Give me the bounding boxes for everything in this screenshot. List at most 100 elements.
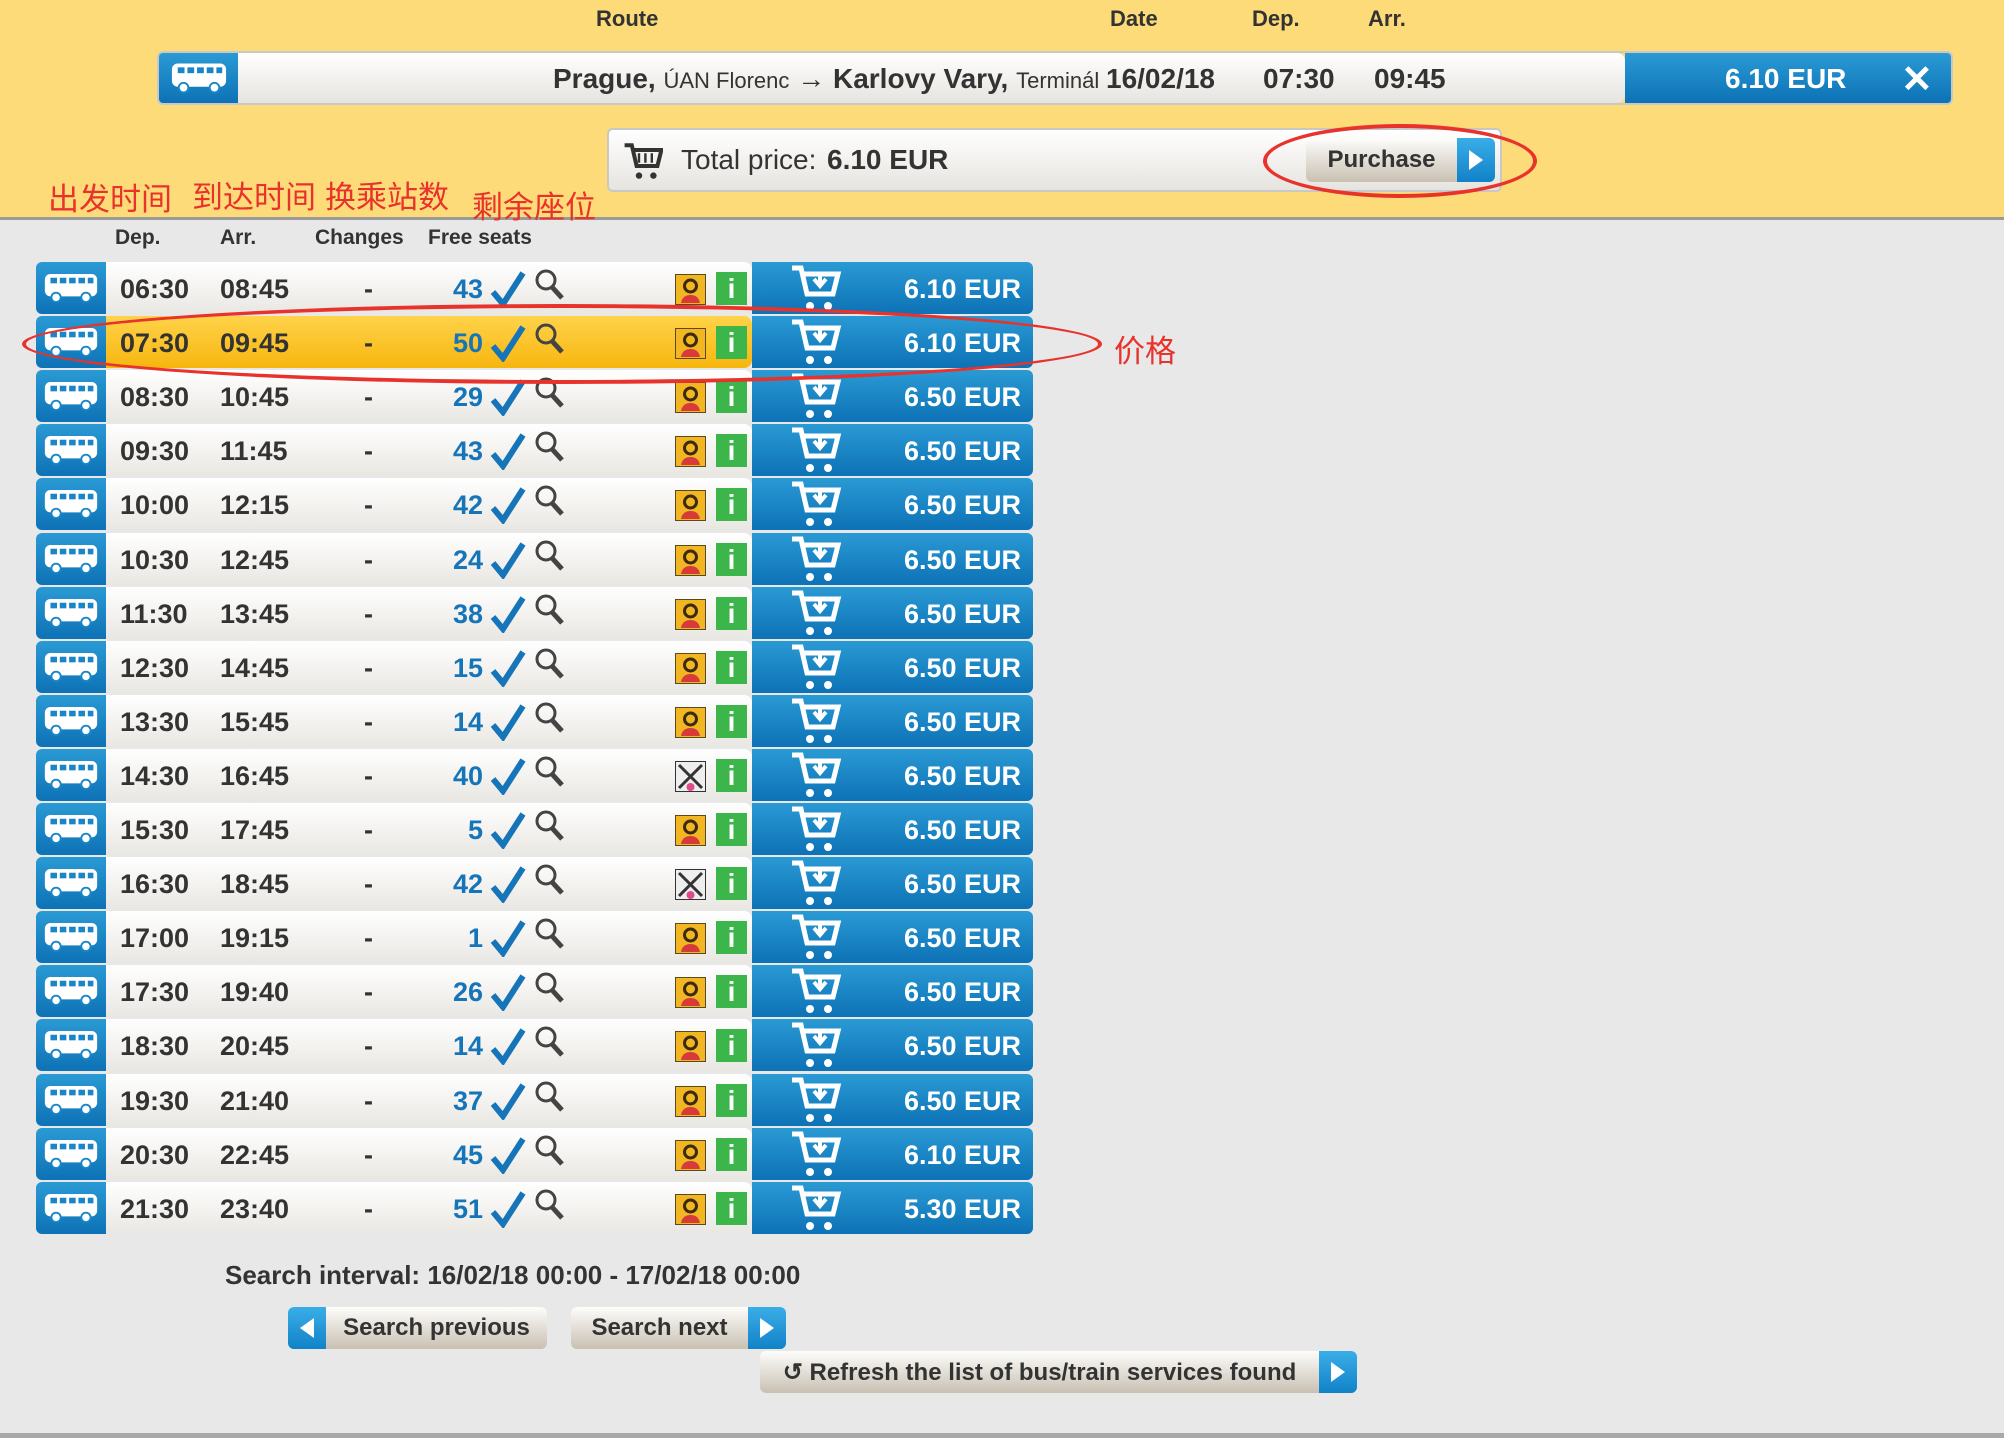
cart-add-icon [788,643,842,693]
connection-row[interactable]: 10:00 12:15 - 42 i 6.50 EUR [36,478,1033,531]
bus-icon [36,803,106,855]
search-icon[interactable] [534,1188,566,1222]
search-icon[interactable] [534,593,566,627]
refresh-button[interactable]: ↺ Refresh the list of bus/train services… [760,1351,1357,1393]
info-icon[interactable]: i [716,1083,747,1117]
connection-row[interactable]: 16:30 18:45 - 42 i 6.50 EUR [36,857,1033,910]
buy-button[interactable]: 6.50 EUR [752,857,1033,910]
buy-button[interactable]: 6.50 EUR [752,694,1033,747]
price: 5.30 EUR [903,1193,1021,1224]
search-icon[interactable] [534,268,566,302]
connection-row[interactable]: 17:30 19:40 - 26 i 6.50 EUR [36,965,1033,1018]
connection-row[interactable]: 11:30 13:45 - 38 i 6.50 EUR [36,586,1033,639]
info-icon[interactable]: i [716,542,747,576]
info-icon[interactable]: i [716,1137,747,1171]
free-seats: 29 [452,382,483,413]
check-icon [490,1082,526,1120]
bus-icon [36,1019,106,1072]
search-icon[interactable] [534,539,566,573]
dep-time: 15:30 [120,815,190,845]
info-icon[interactable]: i [716,704,747,738]
search-icon[interactable] [534,917,566,951]
buy-button[interactable]: 5.30 EUR [752,1181,1033,1234]
arrow-right-icon [748,1307,786,1349]
buy-button[interactable]: 6.50 EUR [752,911,1033,964]
search-icon[interactable] [534,484,566,518]
buy-button[interactable]: 6.50 EUR [752,586,1033,639]
buy-button[interactable]: 6.50 EUR [752,803,1033,855]
connection-row[interactable]: 17:00 19:15 - 1 i 6.50 EUR [36,911,1033,964]
check-icon [490,812,526,849]
connection-row[interactable]: 15:30 17:45 - 5 i 6.50 EUR [36,803,1033,855]
info-icon[interactable]: i [716,650,747,684]
buy-button[interactable]: 6.50 EUR [752,748,1033,801]
buy-button[interactable]: 6.50 EUR [752,1019,1033,1072]
annotation-circle [1263,124,1537,198]
close-icon[interactable]: ✕ [1901,57,1933,102]
connection-row[interactable]: 13:30 15:45 - 14 i 6.50 EUR [36,694,1033,747]
price: 6.50 EUR [903,869,1021,900]
search-previous-button[interactable]: Search previous [288,1307,547,1349]
connection-details: 13:30 15:45 - 14 i [106,694,752,747]
search-next-button[interactable]: Search next [571,1307,786,1349]
connection-row[interactable]: 18:30 20:45 - 14 i 6.50 EUR [36,1019,1033,1072]
search-icon[interactable] [534,701,566,735]
connection-row[interactable]: 14:30 16:45 - 40 i 6.50 EUR [36,748,1033,801]
dep-time: 09:30 [120,436,190,467]
search-icon[interactable] [534,430,566,464]
info-icon[interactable]: i [716,488,747,522]
buy-button[interactable]: 6.50 EUR [752,424,1033,477]
person-icon [674,381,707,415]
connection-row[interactable]: 20:30 22:45 - 45 i 6.10 EUR [36,1127,1033,1180]
connection-row[interactable]: 21:30 23:40 - 51 i 5.30 EUR [36,1181,1033,1234]
check-icon [490,595,526,633]
info-icon[interactable]: i [716,813,747,846]
connection-row[interactable]: 12:30 14:45 - 15 i 6.50 EUR [36,640,1033,693]
search-icon[interactable] [534,647,566,681]
search-next-label: Search next [591,1314,728,1341]
dep-time: 12:30 [120,652,190,683]
person-icon [674,651,707,685]
info-icon[interactable]: i [716,434,747,468]
buy-button[interactable]: 6.50 EUR [752,532,1033,585]
info-icon[interactable]: i [716,380,747,414]
info-icon[interactable]: i [716,758,747,792]
info-icon[interactable]: i [716,1029,747,1063]
search-icon[interactable] [534,863,566,897]
check-icon [490,1191,526,1228]
search-icon[interactable] [534,1025,566,1059]
info-icon[interactable]: i [716,867,747,901]
search-icon[interactable] [534,1134,566,1168]
bottom-divider [0,1433,2004,1438]
buy-button[interactable]: 6.50 EUR [752,1073,1033,1126]
info-icon[interactable]: i [716,272,747,305]
bus-icon [36,1181,106,1234]
info-icon[interactable]: i [716,921,747,955]
selected-price: 6.10 EUR [1725,63,1847,94]
buy-button[interactable]: 6.10 EUR [752,262,1033,314]
buy-button[interactable]: 6.50 EUR [752,965,1033,1018]
search-icon[interactable] [534,1080,566,1114]
free-seats: 5 [467,815,483,845]
connection-row[interactable]: 09:30 11:45 - 43 i 6.50 EUR [36,424,1033,477]
search-icon[interactable] [534,971,566,1005]
info-icon[interactable]: i [716,596,747,630]
price: 6.10 EUR [903,1139,1021,1170]
info-icon[interactable]: i [716,1191,747,1225]
buy-button[interactable]: 6.10 EUR [752,1127,1033,1180]
changes: - [364,382,373,413]
person-icon [674,705,707,739]
buy-button[interactable]: 6.50 EUR [752,478,1033,531]
dep-time: 19:30 [120,1085,190,1116]
price: 6.50 EUR [903,706,1021,737]
search-icon[interactable] [534,809,566,843]
info-icon[interactable]: i [716,975,747,1009]
buy-button[interactable]: 6.50 EUR [752,640,1033,693]
arr-time: 23:40 [220,1193,290,1224]
search-icon[interactable] [534,755,566,789]
annotation-dep: 出发时间 [48,182,172,218]
connection-row[interactable]: 10:30 12:45 - 24 i 6.50 EUR [36,532,1033,585]
connection-row[interactable]: 19:30 21:40 - 37 i 6.50 EUR [36,1073,1033,1126]
connection-details: 21:30 23:40 - 51 i [106,1181,752,1234]
selected-date: 16/02/18 [1106,63,1215,94]
